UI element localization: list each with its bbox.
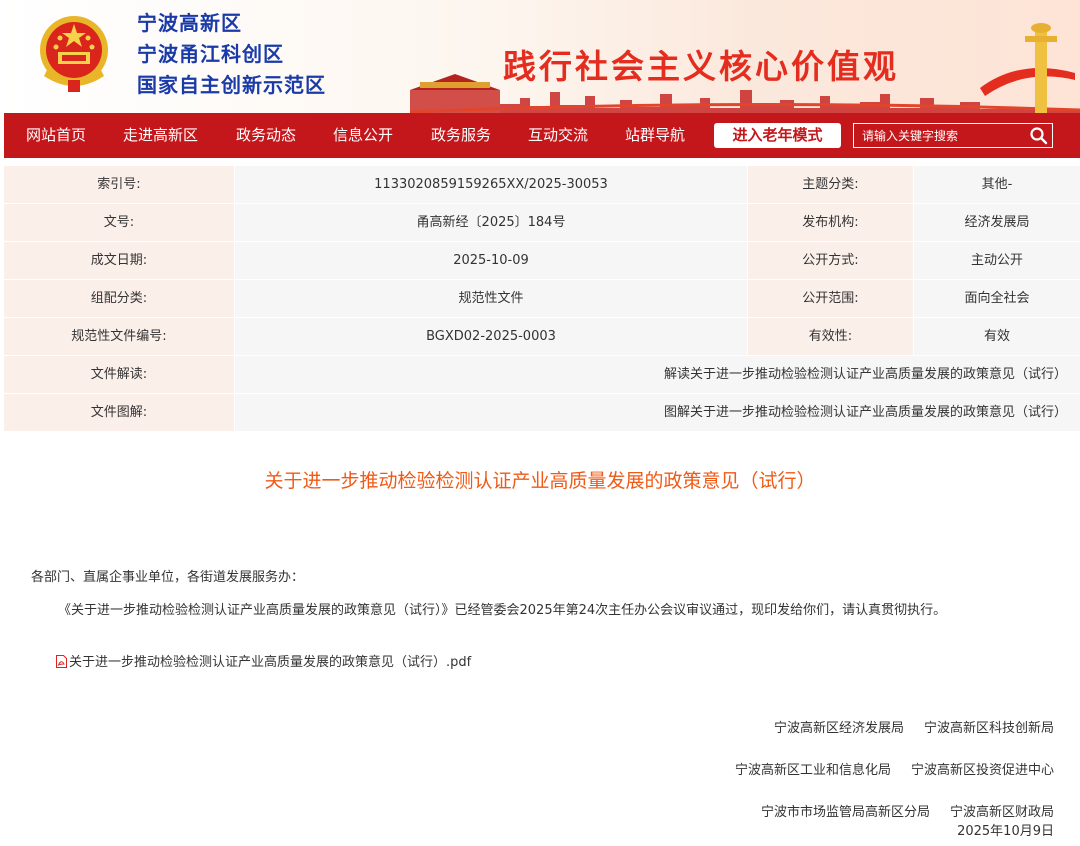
elder-mode-button[interactable]: 进入老年模式 [714,123,841,148]
nav-item-home[interactable]: 网站首页 [26,113,86,158]
meta-row: 文号: 甬高新经〔2025〕184号 发布机构: 经济发展局 [4,204,1080,242]
meta-label: 文号: [4,204,234,241]
search-input[interactable] [854,124,1024,147]
meta-row: 索引号: 1133020859159265XX/2025-30053 主题分类:… [4,166,1080,204]
meta-value: 面向全社会 [914,280,1080,317]
nav-item-news[interactable]: 政务动态 [236,113,296,158]
slogan: 践行社会主义核心价值观 [503,47,899,86]
document-meta-table: 索引号: 1133020859159265XX/2025-30053 主题分类:… [4,166,1080,432]
salutation: 各部门、直属企事业单位，各街道发展服务办： [31,570,305,585]
site-name-3: 国家自主创新示范区 [137,73,326,97]
header-banner: 宁波高新区 宁波甬江科创区 国家自主创新示范区 践行社会主义核心价值观 [0,0,1080,113]
search-icon[interactable] [1029,126,1049,146]
meta-row: 成文日期: 2025-10-09 公开方式: 主动公开 [4,242,1080,280]
meta-label: 规范性文件编号: [4,318,234,355]
meta-label: 有效性: [748,318,913,355]
meta-label: 公开方式: [748,242,913,279]
meta-row: 文件图解: 图解关于进一步推动检验检测认证产业高质量发展的政策意见（试行） [4,394,1080,432]
interpretation-link[interactable]: 解读关于进一步推动检验检测认证产业高质量发展的政策意见（试行） [664,367,1067,382]
document-title: 关于进一步推动检验检测认证产业高质量发展的政策意见（试行） [264,470,816,492]
attachment-link[interactable]: 关于进一步推动检验检测认证产业高质量发展的政策意见（试行）.pdf [56,651,471,670]
meta-row: 组配分类: 规范性文件 公开范围: 面向全社会 [4,280,1080,318]
huabiao-decoration [980,23,1075,113]
meta-label: 文件解读: [4,356,234,393]
meta-value: 2025-10-09 [235,242,747,279]
signer-name: 宁波高新区科技创新局 [923,721,1054,736]
meta-value-wide: 图解关于进一步推动检验检测认证产业高质量发展的政策意见（试行） [235,394,1080,431]
signer-name: 宁波高新区投资促进中心 [910,763,1054,778]
signer-name: 宁波高新区财政局 [949,805,1054,820]
nav-item-about[interactable]: 走进高新区 [123,113,198,158]
meta-value: 甬高新经〔2025〕184号 [235,204,747,241]
signers-block: 宁波高新区经济发展局 宁波高新区科技创新局 宁波高新区工业和信息化局 宁波高新区投资… [735,718,1054,823]
signer-name: 宁波市市场监管局高新区分局 [760,805,930,820]
meta-label: 组配分类: [4,280,234,317]
meta-value: 其他- [914,166,1080,203]
meta-label: 公开范围: [748,280,913,317]
meta-label: 索引号: [4,166,234,203]
meta-label: 成文日期: [4,242,234,279]
meta-value: 规范性文件 [235,280,747,317]
meta-value: 经济发展局 [914,204,1080,241]
signer-name: 宁波高新区经济发展局 [773,721,904,736]
signer-name: 宁波高新区工业和信息化局 [734,763,891,778]
graphic-link[interactable]: 图解关于进一步推动检验检测认证产业高质量发展的政策意见（试行） [664,405,1067,420]
meta-row: 文件解读: 解读关于进一步推动检验检测认证产业高质量发展的政策意见（试行） [4,356,1080,394]
attachment-name: 关于进一步推动检验检测认证产业高质量发展的政策意见（试行）.pdf [69,655,472,670]
search-box [853,123,1053,148]
meta-row: 规范性文件编号: BGXD02-2025-0003 有效性: 有效 [4,318,1080,356]
meta-value: 有效 [914,318,1080,355]
signer-line: 宁波高新区经济发展局 宁波高新区科技创新局 [735,718,1054,739]
nav-item-interaction[interactable]: 互动交流 [528,113,588,158]
body-paragraph: 《关于进一步推动检验检测认证产业高质量发展的政策意见（试行）》已经管委会2025… [58,603,947,618]
nav-item-info[interactable]: 信息公开 [333,113,393,158]
meta-value: 1133020859159265XX/2025-30053 [235,166,747,203]
meta-label: 主题分类: [748,166,913,203]
document-date: 2025年10月9日 [957,824,1054,839]
site-names: 宁波高新区 宁波甬江科创区 国家自主创新示范区 [137,8,326,101]
national-emblem-icon [40,16,108,92]
main-nav: 网站首页 走进高新区 政务动态 信息公开 政务服务 互动交流 站群导航 进入老年… [4,113,1080,158]
site-name-2: 宁波甬江科创区 [137,42,284,66]
meta-value: 主动公开 [914,242,1080,279]
meta-label: 文件图解: [4,394,234,431]
signer-line: 宁波高新区工业和信息化局 宁波高新区投资促进中心 [735,760,1054,781]
meta-value-wide: 解读关于进一步推动检验检测认证产业高质量发展的政策意见（试行） [235,356,1080,393]
meta-value: BGXD02-2025-0003 [235,318,747,355]
pdf-icon [56,655,67,668]
site-name-1: 宁波高新区 [137,11,242,35]
nav-item-services[interactable]: 政务服务 [431,113,491,158]
nav-item-sites[interactable]: 站群导航 [625,113,685,158]
meta-label: 发布机构: [748,204,913,241]
